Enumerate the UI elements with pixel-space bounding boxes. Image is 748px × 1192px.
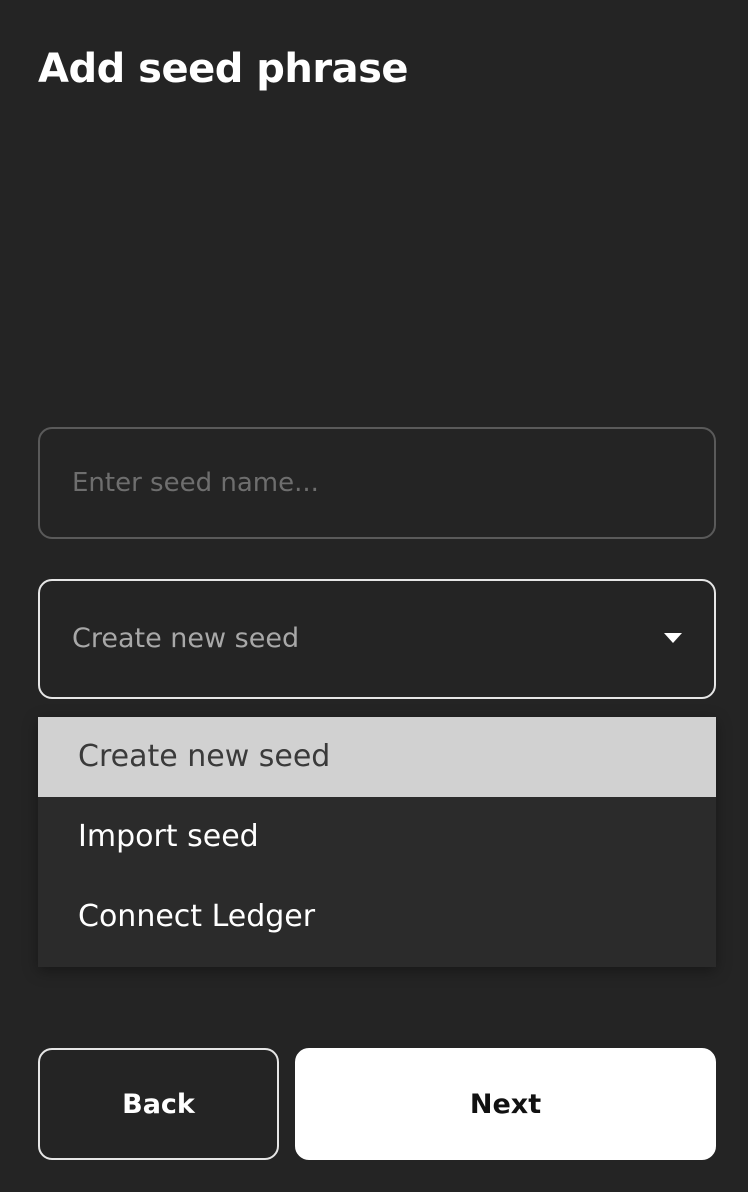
seed-name-field[interactable] xyxy=(38,427,716,539)
page-title: Add seed phrase xyxy=(38,46,409,92)
option-label: Connect Ledger xyxy=(78,899,316,934)
back-button[interactable]: Back xyxy=(38,1048,279,1160)
option-create-new-seed[interactable]: Create new seed xyxy=(38,717,716,797)
option-connect-ledger[interactable]: Connect Ledger xyxy=(38,877,716,957)
next-button[interactable]: Next xyxy=(295,1048,716,1160)
seed-type-selected-value: Create new seed xyxy=(72,623,300,654)
seed-name-input[interactable] xyxy=(72,429,672,537)
option-label: Import seed xyxy=(78,819,259,854)
caret-down-icon[interactable] xyxy=(664,633,682,643)
option-import-seed[interactable]: Import seed xyxy=(38,797,716,877)
option-label: Create new seed xyxy=(78,739,331,774)
seed-type-select[interactable]: Create new seed xyxy=(38,579,716,699)
seed-type-dropdown-menu: Create new seed Import seed Connect Ledg… xyxy=(38,717,716,967)
